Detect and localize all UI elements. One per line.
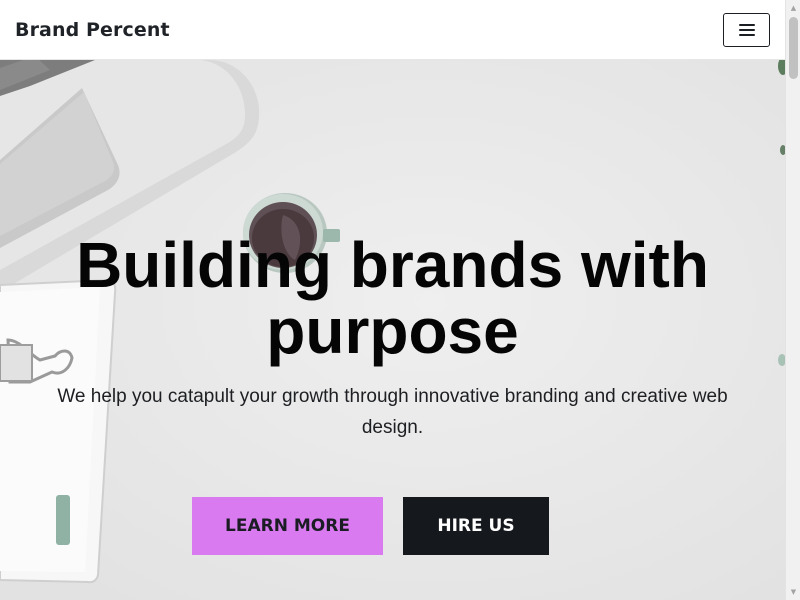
hero-content: Building brands with purpose We help you… bbox=[0, 232, 785, 443]
hero-subtext: We help you catapult your growth through… bbox=[57, 386, 728, 438]
learn-more-button[interactable]: LEARN MORE bbox=[192, 497, 383, 555]
scroll-down-arrow-icon[interactable]: ▼ bbox=[789, 587, 798, 597]
hamburger-menu-icon bbox=[738, 23, 755, 36]
hero-section: Building brands with purpose We help you… bbox=[0, 60, 785, 600]
hire-us-button[interactable]: HIRE US bbox=[403, 497, 549, 555]
scrollbar-thumb[interactable] bbox=[789, 17, 798, 79]
hero-headline: Building brands with purpose bbox=[76, 229, 709, 367]
menu-toggle-button[interactable] bbox=[723, 12, 770, 47]
scroll-up-arrow-icon[interactable]: ▲ bbox=[789, 3, 798, 13]
brand-logo[interactable]: Brand Percent bbox=[15, 19, 170, 41]
navbar: Brand Percent bbox=[0, 0, 785, 60]
vertical-scrollbar[interactable]: ▲ ▼ bbox=[785, 0, 800, 600]
